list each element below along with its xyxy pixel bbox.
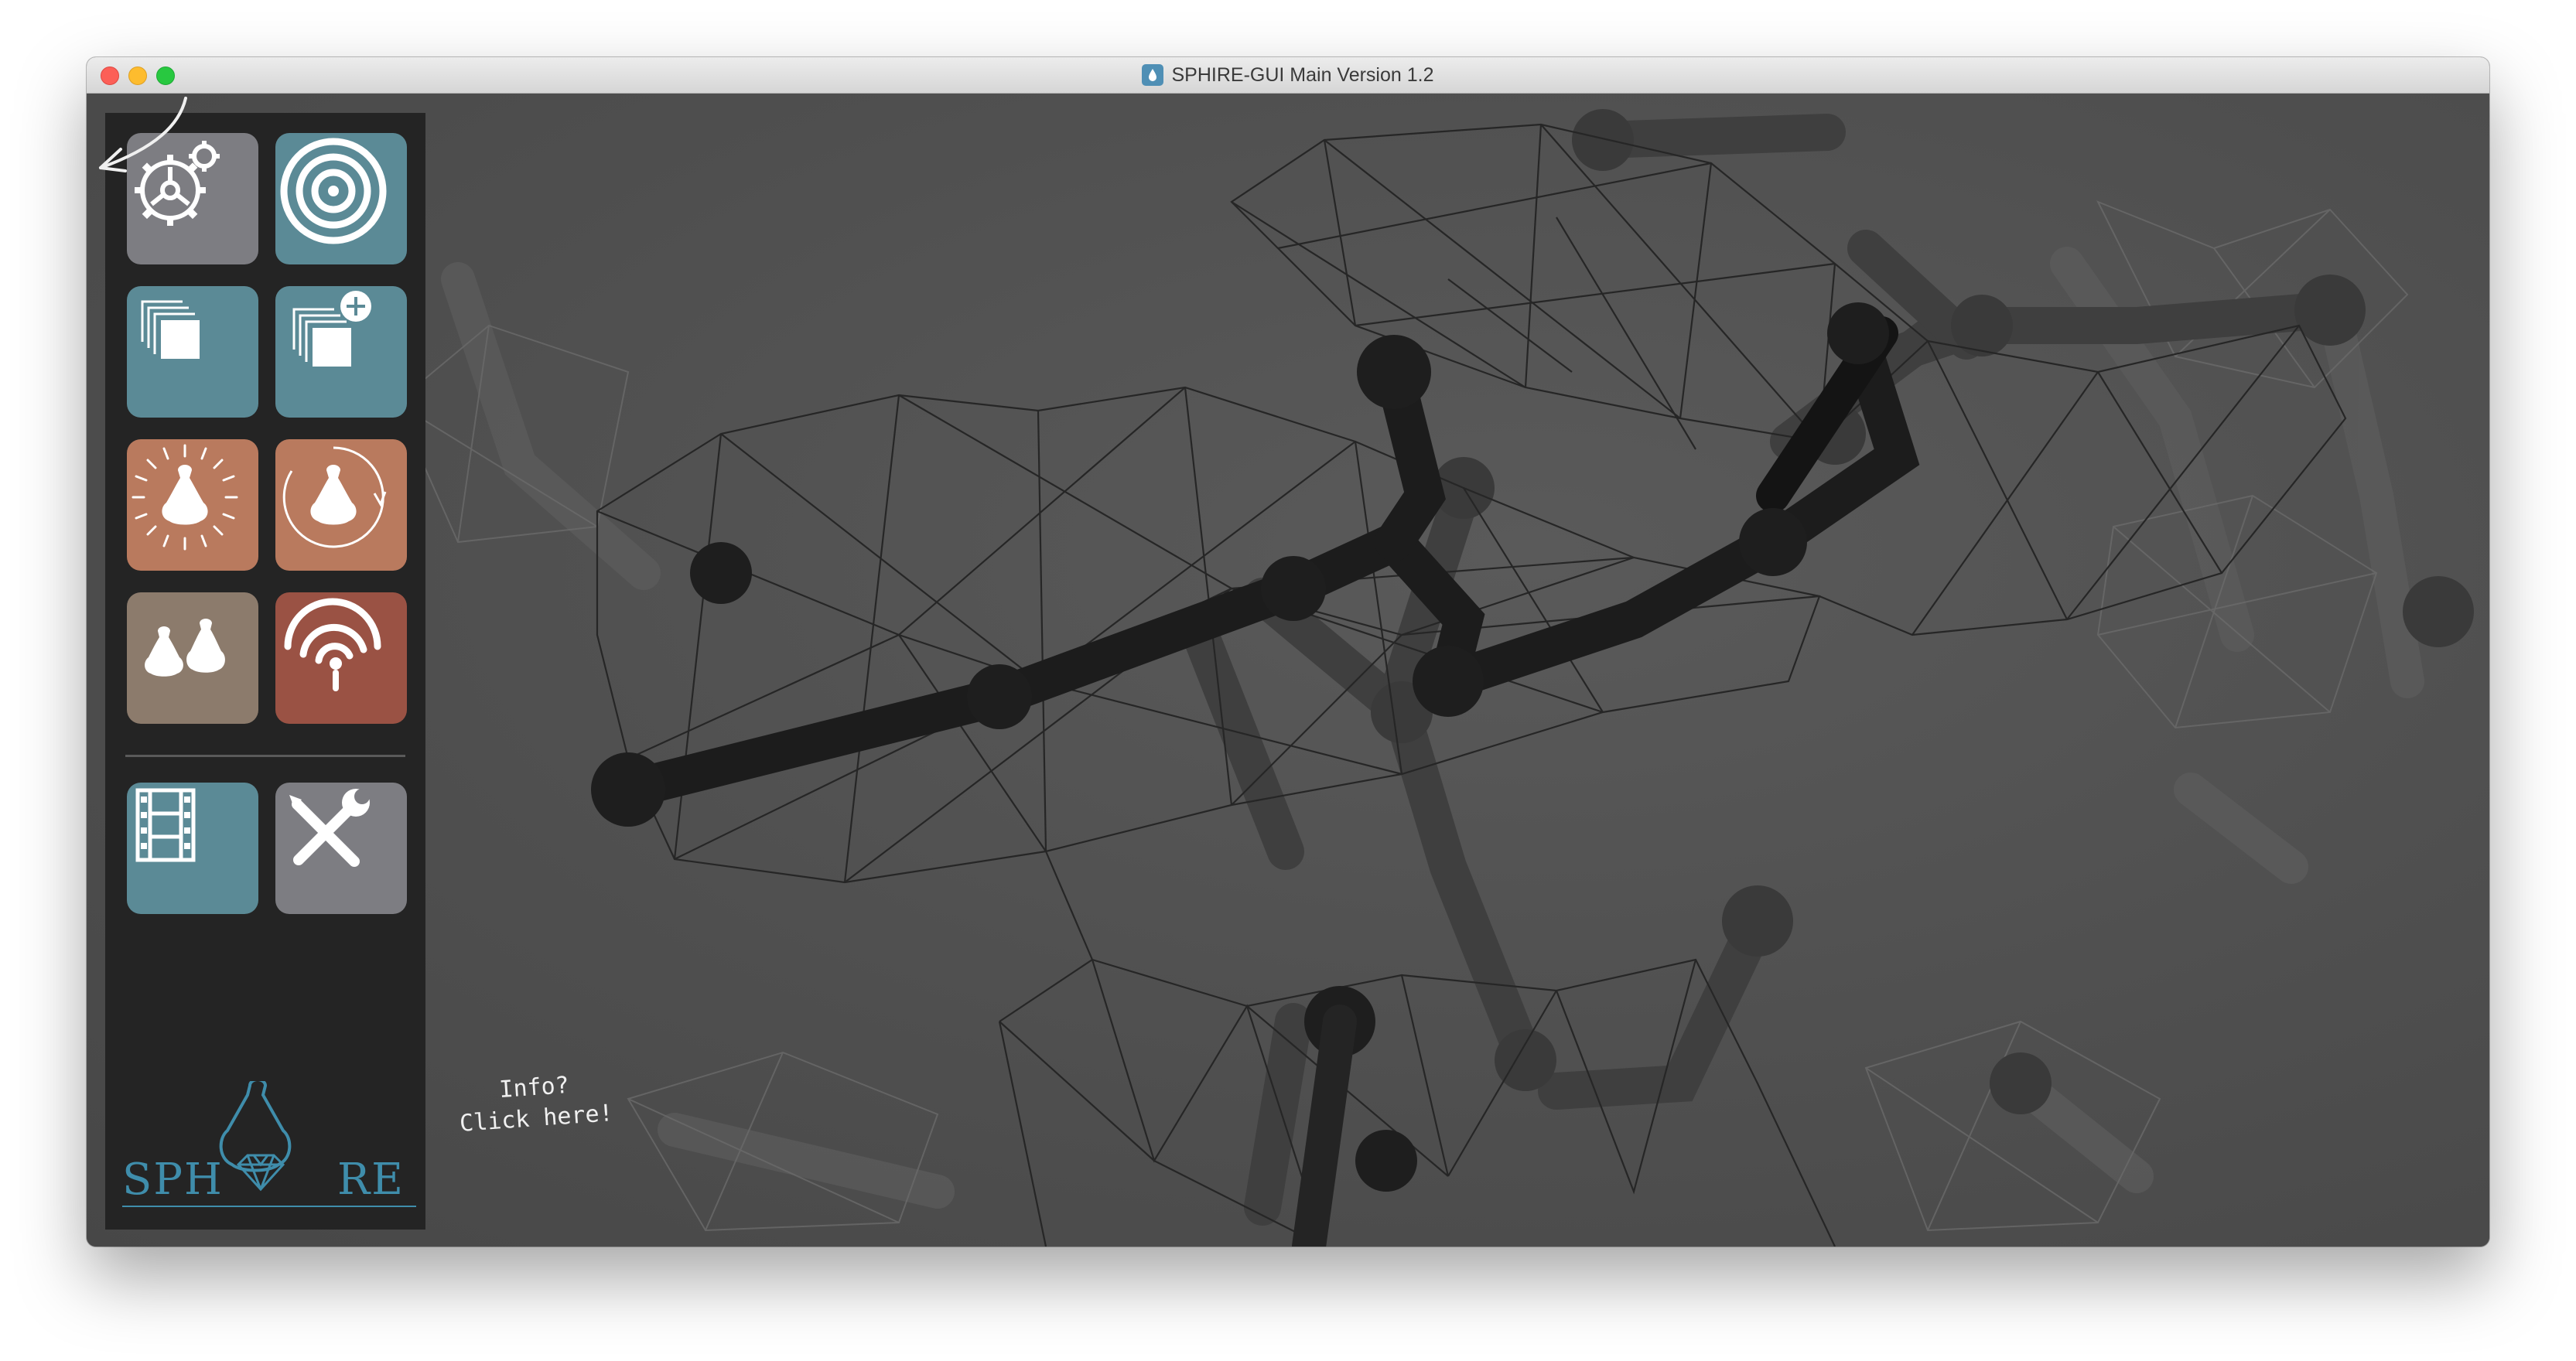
target-icon xyxy=(280,138,387,244)
molecule-pair-icon xyxy=(145,619,225,677)
molecule-illustration xyxy=(395,109,2474,1247)
app-window: SPHIRE-GUI Main Version 1.2 SPH RE Info?… xyxy=(87,57,2489,1247)
info-arrow-icon xyxy=(99,97,187,172)
sidebar-button-film[interactable] xyxy=(127,783,258,914)
tools-icon xyxy=(289,789,370,867)
molecule-burst-icon xyxy=(132,444,238,551)
info-note[interactable]: Info? Click here! xyxy=(456,1067,614,1140)
window-title: SPHIRE-GUI Main Version 1.2 xyxy=(1171,63,1434,86)
molecule-background: SPH RE Info? Click here! xyxy=(87,94,2489,1247)
app-icon xyxy=(1142,64,1164,86)
stack-add-icon xyxy=(292,291,371,367)
sidebar-button-tools[interactable] xyxy=(275,783,407,914)
title-bar: SPHIRE-GUI Main Version 1.2 xyxy=(87,57,2489,94)
sidebar-button-molecule-pair[interactable] xyxy=(127,592,258,724)
molecule-rotate-icon xyxy=(282,446,387,548)
sidebar-button-signal[interactable] xyxy=(275,592,407,724)
sphire-logo[interactable]: SPH RE xyxy=(122,1081,416,1213)
signal-icon xyxy=(284,598,381,691)
logo-text-left: SPH xyxy=(122,1155,224,1205)
sidebar-button-molecule-rotate[interactable] xyxy=(275,439,407,571)
stack-icon xyxy=(141,300,200,359)
window-title-group: SPHIRE-GUI Main Version 1.2 xyxy=(87,57,2489,93)
logo-text-right: RE xyxy=(337,1155,405,1205)
sidebar-button-stack[interactable] xyxy=(127,286,258,418)
film-icon xyxy=(135,788,196,862)
sidebar-divider xyxy=(125,755,405,757)
sidebar-button-stack-add[interactable] xyxy=(275,286,407,418)
sidebar-button-molecule-burst[interactable] xyxy=(127,439,258,571)
sidebar: SPH RE xyxy=(105,113,425,1230)
sidebar-button-target[interactable] xyxy=(275,133,407,264)
